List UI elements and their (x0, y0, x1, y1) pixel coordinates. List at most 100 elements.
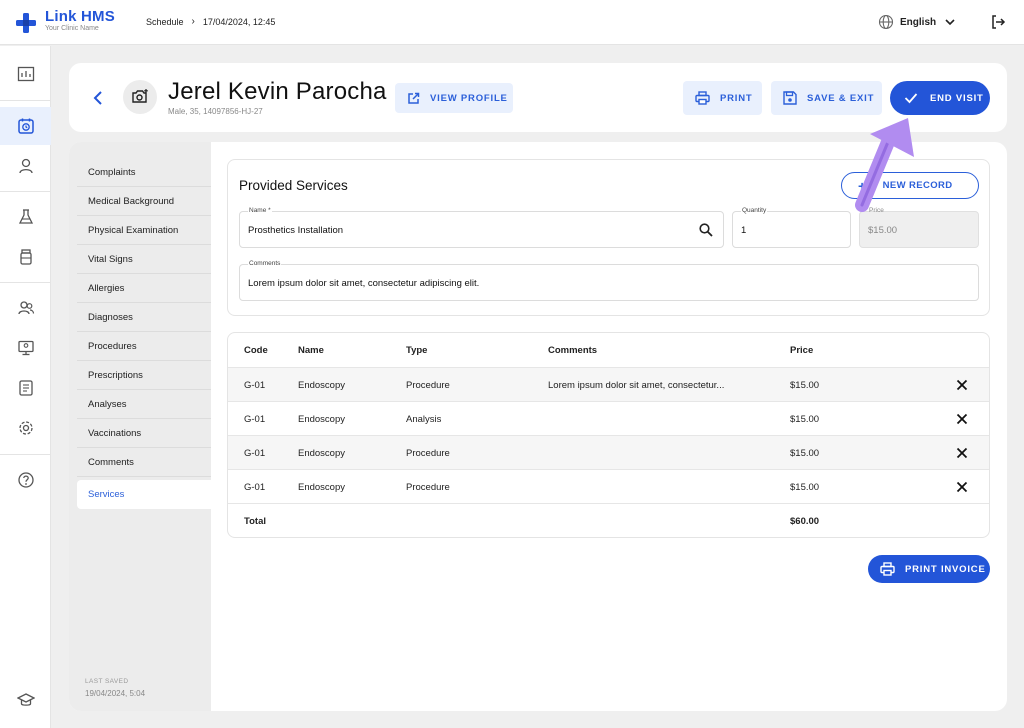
report-icon (18, 380, 33, 396)
view-profile-button[interactable]: VIEW PROFILE (395, 83, 513, 113)
app-logo[interactable]: Link HMS Your Clinic Name (16, 9, 115, 33)
cell-price: $15.00 (790, 482, 820, 493)
cell-name: Endoscopy (298, 380, 346, 391)
table-row[interactable]: G-01 Endoscopy Procedure Lorem ipsum dol… (228, 368, 989, 402)
cell-type: Procedure (406, 380, 450, 391)
service-name-field[interactable]: Name * Prosthetics Installation (239, 207, 724, 248)
patient-meta: Male, 35, 14097856-HJ-27 (168, 107, 263, 116)
delete-x-icon[interactable] (956, 413, 968, 425)
comments-value: Lorem ipsum dolor sit amet, consectetur … (248, 278, 480, 289)
cell-type: Analysis (406, 414, 442, 425)
medicine-bottle-icon (19, 249, 32, 265)
rail-lab[interactable] (0, 198, 51, 236)
user-icon (18, 158, 33, 174)
rail-dashboard[interactable] (0, 55, 51, 93)
printer-icon (695, 91, 710, 105)
logout-icon[interactable] (990, 14, 1006, 30)
delete-x-icon[interactable] (956, 481, 968, 493)
nav-item-complaints[interactable]: Complaints (77, 158, 211, 187)
nav-item-analyses[interactable]: Analyses (77, 390, 211, 419)
nav-item-procedures[interactable]: Procedures (77, 332, 211, 361)
quantity-label: Quantity (741, 207, 768, 214)
rail-monitor[interactable] (0, 329, 51, 367)
patient-name: Jerel Kevin Parocha (168, 78, 387, 105)
nav-item-allergies[interactable]: Allergies (77, 274, 211, 303)
table-row[interactable]: G-01 Endoscopy Analysis $15.00 (228, 402, 989, 436)
table-row[interactable]: G-01 Endoscopy Procedure $15.00 (228, 436, 989, 470)
rail-reports[interactable] (0, 369, 51, 407)
rail-training[interactable] (0, 681, 51, 719)
nav-item-services[interactable]: Services (77, 480, 211, 509)
check-icon (904, 93, 918, 104)
save-disk-icon (783, 91, 797, 105)
header-comments: Comments (548, 345, 598, 356)
icon-rail (0, 46, 51, 728)
patient-photo-button[interactable] (123, 80, 157, 114)
price-value: $15.00 (868, 225, 898, 236)
cell-comments: Lorem ipsum dolor sit amet, consectetur.… (548, 380, 725, 391)
nav-item-vaccinations[interactable]: Vaccinations (77, 419, 211, 448)
nav-item-diagnoses[interactable]: Diagnoses (77, 303, 211, 332)
cell-code: G-01 (244, 482, 266, 493)
end-visit-label: END VISIT (930, 92, 984, 104)
plus-icon: + (858, 177, 867, 194)
section-nav: Complaints Medical Background Physical E… (69, 142, 211, 711)
app-name: Link HMS (45, 8, 115, 25)
header-price: Price (790, 345, 814, 356)
back-arrow-icon[interactable] (91, 89, 105, 107)
last-saved-value: 19/04/2024, 5:04 (85, 689, 146, 698)
cell-code: G-01 (244, 448, 266, 459)
new-record-label: NEW RECORD (882, 180, 953, 191)
save-exit-button[interactable]: SAVE & EXIT (771, 81, 882, 115)
calendar-clock-icon (17, 118, 34, 134)
comments-label: Comments (248, 260, 282, 267)
service-name-value: Prosthetics Installation (248, 225, 344, 236)
form-title: Provided Services (239, 178, 348, 193)
breadcrumb-schedule[interactable]: Schedule (146, 17, 184, 27)
search-icon[interactable] (699, 223, 713, 237)
print-invoice-label: PRINT INVOICE (905, 563, 986, 575)
users-icon (17, 301, 34, 315)
language-selector[interactable]: English (878, 14, 956, 30)
top-bar: Link HMS Your Clinic Name Schedule › 17/… (0, 0, 1024, 45)
nav-item-prescriptions[interactable]: Prescriptions (77, 361, 211, 390)
price-label: Price (869, 207, 884, 214)
rail-help[interactable] (0, 461, 51, 499)
comments-field[interactable]: Comments Lorem ipsum dolor sit amet, con… (239, 260, 979, 301)
print-button[interactable]: PRINT (683, 81, 762, 115)
view-profile-label: VIEW PROFILE (430, 92, 508, 104)
chevron-down-icon (945, 19, 955, 26)
header-name: Name (298, 345, 324, 356)
quantity-field[interactable]: Quantity 1 (732, 207, 851, 248)
new-record-button[interactable]: + NEW RECORD (841, 172, 979, 199)
service-name-label: Name * (248, 207, 272, 214)
rail-settings[interactable] (0, 409, 51, 447)
language-label: English (900, 16, 937, 28)
save-exit-label: SAVE & EXIT (807, 92, 875, 104)
rail-schedule[interactable] (0, 107, 51, 145)
cell-price: $15.00 (790, 414, 820, 425)
globe-icon (878, 14, 894, 30)
cell-code: G-01 (244, 414, 266, 425)
print-invoice-button[interactable]: PRINT INVOICE (868, 555, 990, 583)
nav-item-comments[interactable]: Comments (77, 448, 211, 477)
rail-patients[interactable] (0, 147, 51, 185)
last-saved-label: LAST SAVED (85, 678, 129, 685)
cell-name: Endoscopy (298, 482, 346, 493)
cell-type: Procedure (406, 448, 450, 459)
end-visit-button[interactable]: END VISIT (890, 81, 990, 115)
nav-item-vital-signs[interactable]: Vital Signs (77, 245, 211, 274)
table-total-row: Total $60.00 (228, 504, 989, 537)
table-row[interactable]: G-01 Endoscopy Procedure $15.00 (228, 470, 989, 504)
print-label: PRINT (720, 92, 753, 104)
delete-x-icon[interactable] (956, 447, 968, 459)
total-value: $60.00 (790, 516, 820, 527)
total-label: Total (244, 516, 266, 527)
nav-item-physical-examination[interactable]: Physical Examination (77, 216, 211, 245)
patient-header: Jerel Kevin Parocha Male, 35, 14097856-H… (69, 63, 1007, 132)
rail-staff[interactable] (0, 289, 51, 327)
nav-item-medical-background[interactable]: Medical Background (77, 187, 211, 216)
rail-pharmacy[interactable] (0, 238, 51, 276)
delete-x-icon[interactable] (956, 379, 968, 391)
table-header: Code Name Type Comments Price (228, 333, 989, 367)
